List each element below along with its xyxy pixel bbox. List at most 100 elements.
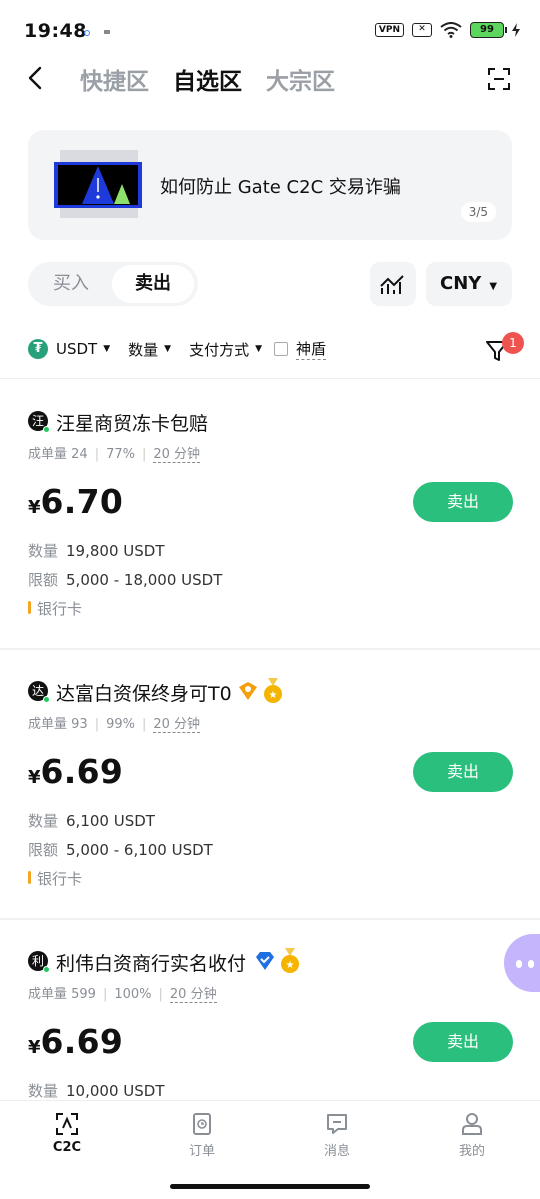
orders-icon [193,1113,211,1135]
battery-icon: 99 [470,22,507,38]
online-indicator [43,426,50,433]
amount-filter[interactable]: 数量 [128,339,158,360]
user-icon [462,1113,482,1135]
nav-orders[interactable]: 订单 [162,1112,242,1159]
limit-label: 限额 [28,841,59,859]
merchant-name[interactable]: 达富白资保终身可T0 [56,679,232,706]
amount-label: 数量 [28,542,59,560]
home-indicator [170,1184,370,1189]
merchant-name[interactable]: 利伟白资商行实名收付 [56,949,246,976]
merchant-stats: 成单量 599 | 100% | 20 分钟 [28,987,217,1003]
wifi-icon [440,22,462,38]
sell-button[interactable]: 卖出 [413,1022,513,1062]
amount-label: 数量 [28,1082,59,1100]
chevron-down-icon: ▼ [255,344,263,354]
nav-label: 订单 [188,1144,215,1159]
chevron-down-icon: ▼ [164,344,172,354]
amount-row: 数量 19,800 USDT [28,540,164,561]
price-chart-button[interactable] [370,262,416,306]
nav-label: C2C [52,1140,82,1155]
limit-value: 5,000 - 6,100 USDT [66,841,213,859]
currency-label: CNY [440,273,482,294]
payment-time: 20 分钟 [153,447,201,463]
banner-title: 如何防止 Gate C2C 交易诈骗 [160,177,401,198]
tab-selected[interactable]: 自选区 [173,62,242,96]
chevron-down-icon: ▼ [103,344,111,354]
divider [0,648,540,650]
completion-rate: 99% [106,717,135,732]
payment-method: 银行卡 [37,600,83,618]
payment-time: 20 分钟 [169,987,217,1003]
tab-quick[interactable]: 快捷区 [80,62,149,96]
payment-method-bar [28,871,31,884]
currency-symbol: ¥ [28,1037,41,1058]
order-count: 成单量 599 [28,987,96,1002]
c2c-icon [56,1113,78,1135]
tab-bulk[interactable]: 大宗区 [266,62,335,96]
gold-medal-icon: ★ [281,948,299,973]
charging-icon [512,23,520,37]
vpn-icon: VPN [374,23,404,37]
divider [0,918,540,920]
nav-messages[interactable]: 消息 [297,1112,377,1159]
price-value: 6.69 [40,1022,124,1061]
no-sim-icon: ✕ [412,23,432,37]
online-indicator [43,966,50,973]
svg-text:★: ★ [269,690,278,701]
sell-button[interactable]: 卖出 [413,752,513,792]
price: ¥6.70 [28,482,123,521]
limit-row: 限额 5,000 - 18,000 USDT [28,569,222,590]
divider [0,378,540,379]
merchant-shield-icon [239,682,257,700]
filter-count-badge: 1 [502,332,524,354]
chart-icon [380,275,404,294]
market-tabs: 快捷区 自选区 大宗区 [80,62,335,96]
status-time: 19:48 [24,20,87,42]
currency-symbol: ¥ [28,767,41,788]
shield-checkbox[interactable] [274,342,289,356]
currency-symbol: ¥ [28,497,41,518]
usdt-icon: ₮ [28,339,48,359]
amount-value: 6,100 USDT [66,812,155,830]
nav-label: 我的 [458,1144,485,1159]
merchant-stats: 成单量 93 | 99% | 20 分钟 [28,717,201,733]
order-count: 成单量 24 [28,447,88,462]
amount-value: 10,000 USDT [66,1082,165,1100]
payment-method-bar [28,601,31,614]
merchant-name[interactable]: 汪星商贸冻卡包赔 [56,409,208,436]
limit-row: 限额 5,000 - 6,100 USDT [28,839,213,860]
limit-value: 5,000 - 18,000 USDT [66,571,223,589]
amount-row: 数量 10,000 USDT [28,1080,164,1101]
currency-select[interactable]: CNY ▼ [426,262,512,306]
shield-label: 神盾 [296,340,327,360]
sell-button[interactable]: 卖出 [413,482,513,522]
order-count: 成单量 93 [28,717,88,732]
filter-bar: ₮ USDT ▼ 数量 ▼ 支付方式 ▼ 神盾 [28,338,327,360]
back-arrow-icon[interactable] [24,66,48,90]
notification-icon [84,30,90,36]
warning-banner-image [54,150,142,218]
price: ¥6.69 [28,1022,123,1061]
nav-profile[interactable]: 我的 [432,1112,512,1159]
amount-label: 数量 [28,812,59,830]
price: ¥6.69 [28,752,123,791]
svg-text:★: ★ [286,960,295,971]
nav-label: 消息 [323,1144,350,1159]
assistant-float-button[interactable] [504,934,540,992]
payment-method: 银行卡 [37,870,83,888]
price-value: 6.70 [40,482,124,521]
price-value: 6.69 [40,752,124,791]
chevron-down-icon: ▼ [489,281,498,292]
payment-filter[interactable]: 支付方式 [189,339,249,360]
scan-icon[interactable] [488,68,510,90]
nav-c2c[interactable]: C2C [27,1112,107,1155]
status-icons: VPN ✕ 99 [374,22,520,38]
coin-filter[interactable]: USDT [56,340,97,358]
completion-rate: 100% [114,987,152,1002]
banner-page-indicator: 3/5 [460,202,496,222]
amount-value: 19,800 USDT [66,542,165,560]
sell-tab[interactable]: 卖出 [112,265,194,303]
limit-label: 限额 [28,571,59,589]
buy-tab[interactable]: 买入 [28,262,114,306]
merchant-stats: 成单量 24 | 77% | 20 分钟 [28,447,201,463]
